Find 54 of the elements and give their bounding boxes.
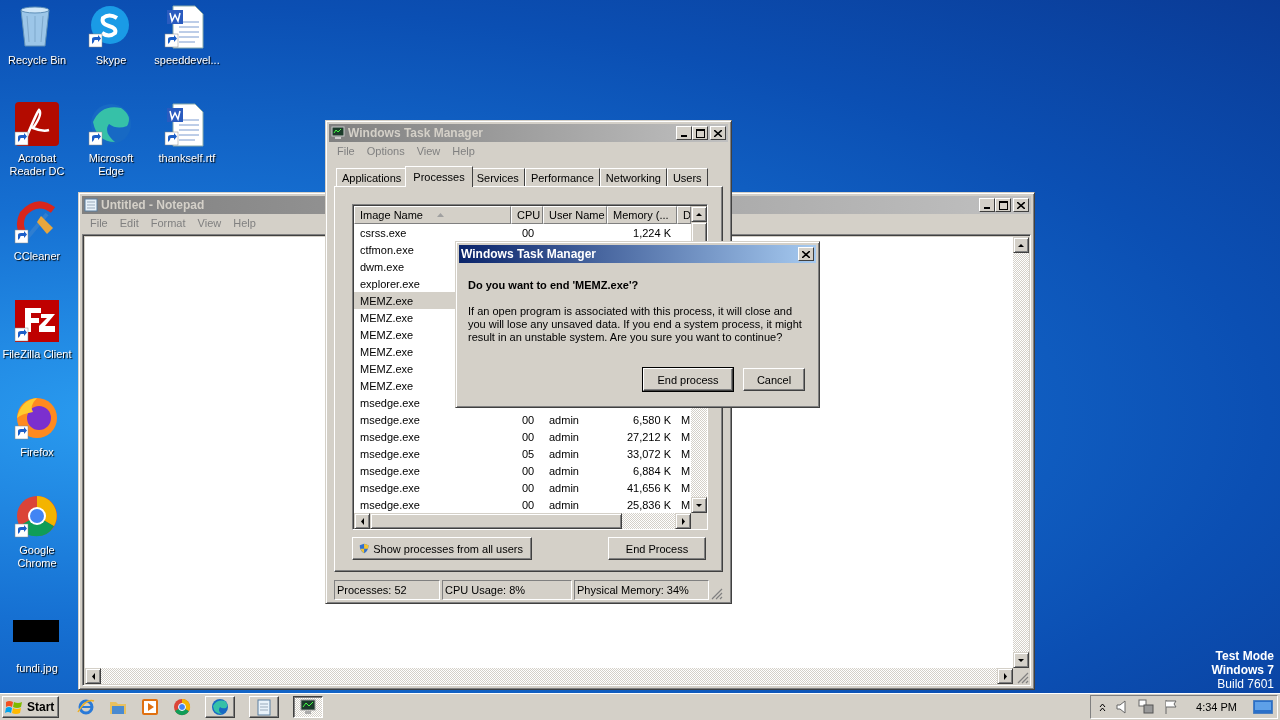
table-cell: 6,580 K <box>633 413 671 426</box>
table-cell: admin <box>549 447 579 460</box>
table-cell: msedge.exe <box>360 498 420 511</box>
table-cell: admin <box>549 481 579 494</box>
table-cell: M <box>681 430 691 443</box>
table-cell: 00 <box>522 226 535 239</box>
status-pane: Physical Memory: 34% <box>574 580 709 600</box>
os-notice-text: Build 7601 <box>1217 677 1274 691</box>
os-notice-text: Windows 7 <box>1211 663 1274 677</box>
table-cell: 33,072 K <box>626 447 671 460</box>
table-cell: admin <box>549 464 579 477</box>
table-cell: msedge.exe <box>360 413 420 426</box>
table-cell: 00 <box>522 430 535 443</box>
table-cell: MEMZ.exe <box>360 379 414 392</box>
table-cell: msedge.exe <box>360 481 420 494</box>
table-cell: MEMZ.exe <box>360 294 414 307</box>
table-cell: M <box>681 481 691 494</box>
dialog-title: Windows Task Manager <box>461 247 598 261</box>
table-cell: M <box>681 498 691 511</box>
table-cell: admin <box>549 413 579 426</box>
table-cell: MEMZ.exe <box>360 362 414 375</box>
table-cell: 00 <box>522 413 535 426</box>
table-cell: 27,212 K <box>626 430 671 443</box>
table-cell: ctfmon.exe <box>360 243 414 256</box>
table-cell: admin <box>549 498 579 511</box>
os-notice-text: Test Mode <box>1215 649 1274 663</box>
table-cell: MEMZ.exe <box>360 328 414 341</box>
table-cell: 00 <box>522 498 535 511</box>
table-cell: explorer.exe <box>360 277 420 290</box>
table-cell: M <box>681 464 691 477</box>
table-cell: 05 <box>522 447 535 460</box>
table-cell: 00 <box>522 481 535 494</box>
table-cell: MEMZ.exe <box>360 311 414 324</box>
table-cell: csrss.exe <box>360 226 407 239</box>
table-cell: dwm.exe <box>360 260 405 273</box>
table-cell: 25,836 K <box>626 498 671 511</box>
window-title: Untitled - Notepad <box>101 198 206 212</box>
window-title: Windows Task Manager <box>348 126 485 140</box>
status-pane: CPU Usage: 8% <box>442 580 572 600</box>
table-cell: M <box>681 447 691 460</box>
table-cell: M <box>681 413 691 426</box>
table-cell: msedge.exe <box>360 447 420 460</box>
table-cell: admin <box>549 430 579 443</box>
table-cell: msedge.exe <box>360 430 420 443</box>
table-cell: MEMZ.exe <box>360 345 414 358</box>
table-cell: 1,224 K <box>633 226 671 239</box>
table-cell: 41,656 K <box>626 481 671 494</box>
dialog-question: Do you want to end 'MEMZ.exe'? <box>468 279 640 291</box>
table-cell: 00 <box>522 464 535 477</box>
dialog-message: If an open program is associated with this process, it will close and you will lose any unsaved data. If you end a system process, it might result in an unstable system. Are you sure you want to continue? <box>468 305 803 344</box>
table-cell: msedge.exe <box>360 464 420 477</box>
status-pane: Processes: 52 <box>334 580 440 600</box>
table-cell: msedge.exe <box>360 396 420 409</box>
table-cell: 6,884 K <box>633 464 671 477</box>
